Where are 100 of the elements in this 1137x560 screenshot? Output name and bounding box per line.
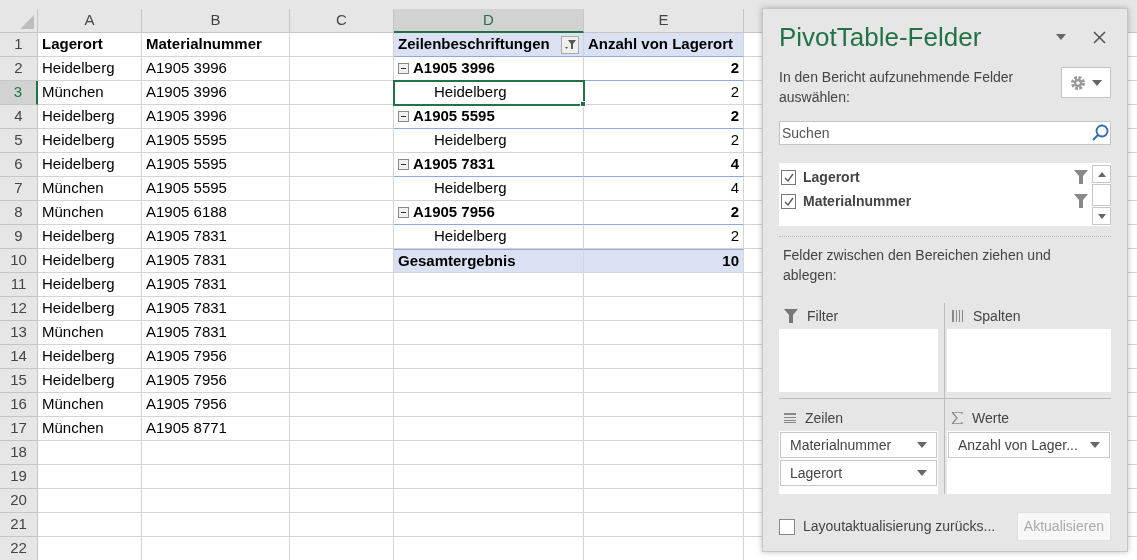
table-cell-text: 2 [730, 58, 739, 79]
table-cell-text: 2 [730, 202, 739, 223]
table-cell-text: Heidelberg [434, 178, 507, 199]
row-header[interactable]: 2 [0, 57, 38, 81]
table-cell-text: A1905 5595 [146, 178, 227, 199]
row-header[interactable]: 3 [0, 81, 38, 105]
table-cell-text: Heidelberg [42, 154, 115, 175]
area-field-dropdown[interactable]: Lagerort [780, 460, 937, 486]
row-header[interactable]: 22 [0, 537, 38, 560]
table-cell-text: Heidelberg [434, 82, 507, 103]
search-field[interactable]: Suchen [779, 121, 1111, 145]
table-cell-text: Heidelberg [434, 130, 507, 151]
drop-area[interactable]: Anzahl von Lager... [947, 431, 1111, 494]
table-cell-text: A1905 7956 [146, 346, 227, 367]
table-cell-text: A1905 7831 [146, 274, 227, 295]
field-name: Lagerort [803, 167, 861, 187]
table-cell-text: München [42, 82, 104, 103]
table-cell-text: 2 [730, 106, 739, 127]
table-cell-text: A1905 3996 [146, 82, 227, 103]
scrollbar[interactable] [1092, 163, 1111, 226]
table-cell-text: Heidelberg [42, 274, 115, 295]
row-header[interactable]: 15 [0, 369, 38, 393]
panel-title: PivotTable-Felder [779, 20, 983, 54]
column-header[interactable]: B [142, 9, 290, 33]
active-cell[interactable]: Heidelberg [394, 81, 584, 105]
checkbox[interactable] [781, 193, 796, 209]
area-field-dropdown[interactable]: Anzahl von Lager... [948, 432, 1110, 458]
search-icon[interactable] [1091, 124, 1109, 142]
table-cell-text: Zeilenbeschriftungen [398, 34, 550, 55]
table-cell-text: Heidelberg [42, 130, 115, 151]
area-field-dropdown[interactable]: Materialnummer [780, 432, 937, 458]
row-header[interactable]: 6 [0, 153, 38, 177]
row-header[interactable]: 12 [0, 297, 38, 321]
table-cell-text: 2 [730, 130, 739, 151]
collapse-icon[interactable] [398, 207, 409, 218]
instruction-text: In den Bericht aufzunehmende Felder auswählen: [779, 68, 1015, 107]
table-cell-text: A1905 7831 [146, 250, 227, 271]
row-header[interactable]: 11 [0, 273, 38, 297]
caret-icon [917, 470, 927, 476]
row-header[interactable]: 18 [0, 441, 38, 465]
table-cell-text: A1905 6188 [146, 202, 227, 223]
field-item[interactable]: Materialnummer [779, 189, 1092, 213]
table-cell-text: A1905 5595 [146, 154, 227, 175]
row-header[interactable]: 19 [0, 465, 38, 489]
table-cell-text: 4 [730, 178, 739, 199]
area-label: Zeilen [805, 408, 844, 428]
table-cell-text: Heidelberg [42, 370, 115, 391]
table-cell-text: München [42, 178, 104, 199]
settings-icon [1070, 74, 1086, 91]
settings-button[interactable] [1061, 67, 1111, 98]
collapse-icon[interactable] [398, 111, 409, 122]
row-header[interactable]: 7 [0, 177, 38, 201]
column-header[interactable]: A [38, 9, 142, 33]
row-header[interactable]: 13 [0, 321, 38, 345]
row-header[interactable]: 20 [0, 489, 38, 513]
row-header[interactable]: 5 [0, 129, 38, 153]
scroll-up-icon[interactable] [1097, 171, 1106, 177]
row-header[interactable]: 17 [0, 417, 38, 441]
table-cell-text: A1905 7956 [146, 370, 227, 391]
row-header[interactable]: 16 [0, 393, 38, 417]
scroll-down-icon[interactable] [1097, 213, 1106, 219]
row-header[interactable]: 10 [0, 249, 38, 273]
drop-area[interactable]: Materialnummer Lagerort [779, 431, 938, 494]
caret-icon [1092, 79, 1102, 86]
checkbox[interactable] [779, 518, 795, 535]
table-cell-text: Heidelberg [434, 226, 507, 247]
table-cell-text: 4 [730, 154, 739, 175]
table-cell-text: A1905 3996 [146, 106, 227, 127]
caret-icon [917, 442, 927, 448]
column-header[interactable]: D [394, 9, 584, 33]
row-header[interactable]: 9 [0, 225, 38, 249]
filter-dropdown-button[interactable] [561, 35, 579, 54]
filter-icon [564, 39, 576, 50]
field-name: Materialnummer [803, 191, 913, 211]
row-header[interactable]: 1 [0, 33, 38, 57]
table-cell-text: Gesamtergebnis [398, 250, 516, 271]
row-header[interactable]: 21 [0, 513, 38, 537]
table-cell-text: 2 [730, 226, 739, 247]
table-cell-text: A1905 5595 [413, 106, 495, 127]
row-header[interactable]: 4 [0, 105, 38, 129]
column-header[interactable]: C [290, 9, 394, 33]
collapse-icon[interactable] [398, 63, 409, 74]
fill-handle[interactable] [580, 101, 586, 107]
table-cell-text: München [42, 202, 104, 223]
rows-icon [784, 413, 796, 423]
column-header[interactable]: E [584, 9, 744, 33]
table-cell-text: A1905 3996 [413, 58, 495, 79]
sigma-icon [952, 412, 963, 424]
row-header[interactable]: 8 [0, 201, 38, 225]
checkbox[interactable] [781, 169, 796, 185]
collapse-icon[interactable] [398, 159, 409, 170]
table-cell-text: A1905 7831 [146, 322, 227, 343]
table-cell-text: A1905 7831 [146, 298, 227, 319]
row-header[interactable]: 14 [0, 345, 38, 369]
field-item[interactable]: Lagerort [779, 165, 1092, 189]
area-label: Werte [972, 408, 1010, 428]
filter-icon [784, 309, 798, 323]
caret-icon [1090, 442, 1100, 448]
table-cell-text: 2 [730, 82, 739, 103]
table-cell-text: Heidelberg [42, 106, 115, 127]
